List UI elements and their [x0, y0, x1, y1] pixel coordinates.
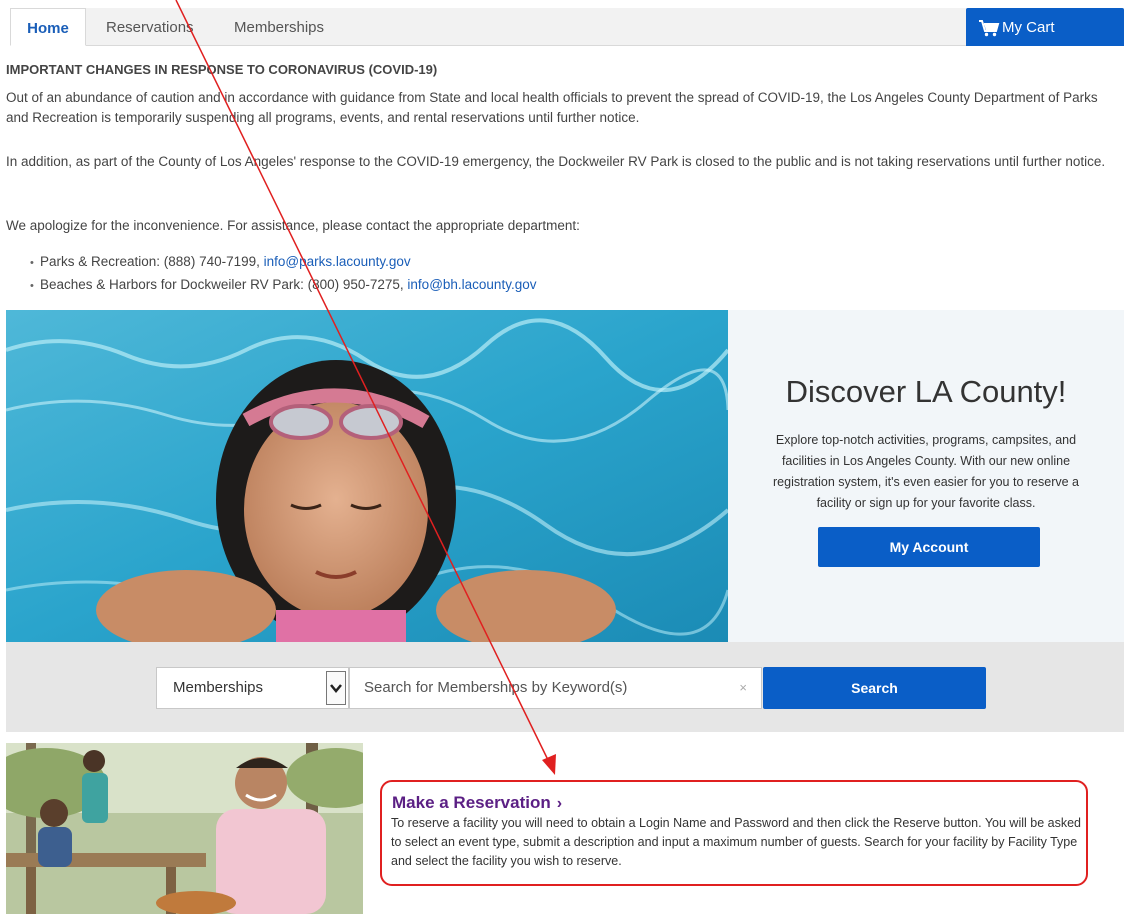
make-reservation-link[interactable]: Make a Reservation ›: [392, 793, 562, 813]
notice-paragraph-1: Out of an abundance of caution and in ac…: [6, 90, 1098, 125]
contact-text: Beaches & Harbors for Dockweiler RV Park…: [40, 277, 408, 292]
hero-photo-girl-in-pool: [6, 310, 728, 642]
chevron-right-icon: ›: [556, 795, 563, 812]
search-button[interactable]: Search: [763, 667, 986, 709]
contact-text: Parks & Recreation: (888) 740-7199,: [40, 254, 264, 269]
reservation-photo-picnic: [6, 743, 363, 914]
email-link-parks[interactable]: info@parks.lacounty.gov: [264, 254, 411, 269]
email-link-beaches[interactable]: info@bh.lacounty.gov: [407, 277, 536, 292]
reservation-callout: Make a Reservation › To reserve a facilit…: [380, 780, 1088, 886]
search-bar: Memberships Search for Memberships by Ke…: [6, 642, 1124, 732]
tab-reservations[interactable]: Reservations: [106, 8, 194, 46]
category-select-value: Memberships: [173, 679, 264, 696]
tab-home[interactable]: Home: [10, 8, 86, 46]
clear-icon[interactable]: ×: [739, 668, 747, 708]
top-navigation: Home Reservations Memberships My Cart: [0, 0, 1124, 50]
notice-paragraph-2: In addition, as part of the County of Lo…: [6, 154, 1106, 169]
contact-item-parks: Parks & Recreation: (888) 740-7199, info…: [30, 251, 536, 274]
picnic-image: [6, 743, 363, 914]
pool-image: [6, 310, 728, 642]
search-input[interactable]: Search for Memberships by Keyword(s) ×: [349, 667, 762, 709]
my-cart-button[interactable]: My Cart: [966, 8, 1124, 46]
hero-title: Discover LA County!: [785, 374, 1067, 409]
hero-description: Explore top-notch activities, programs, …: [773, 433, 1079, 510]
make-reservation-title: Make a Reservation: [392, 793, 551, 812]
my-account-button[interactable]: My Account: [818, 527, 1040, 567]
my-cart-label: My Cart: [1002, 19, 1055, 36]
contact-list: Parks & Recreation: (888) 740-7199, info…: [30, 251, 536, 297]
contact-item-beaches: Beaches & Harbors for Dockweiler RV Park…: [30, 274, 536, 297]
search-placeholder: Search for Memberships by Keyword(s): [364, 679, 628, 696]
notice-title: IMPORTANT CHANGES IN RESPONSE TO CORONAV…: [6, 62, 438, 77]
reservation-description: To reserve a facility you will need to o…: [391, 816, 1081, 868]
chevron-down-icon[interactable]: [326, 671, 346, 705]
shopping-cart-icon: [979, 20, 1000, 37]
hero-text-panel: Discover LA County! Explore top-notch ac…: [736, 310, 1116, 642]
category-select[interactable]: Memberships: [156, 667, 349, 709]
notice-paragraph-3: We apologize for the inconvenience. For …: [6, 218, 580, 233]
hero-banner: Discover LA County! Explore top-notch ac…: [6, 310, 1124, 642]
tab-memberships[interactable]: Memberships: [234, 8, 324, 46]
